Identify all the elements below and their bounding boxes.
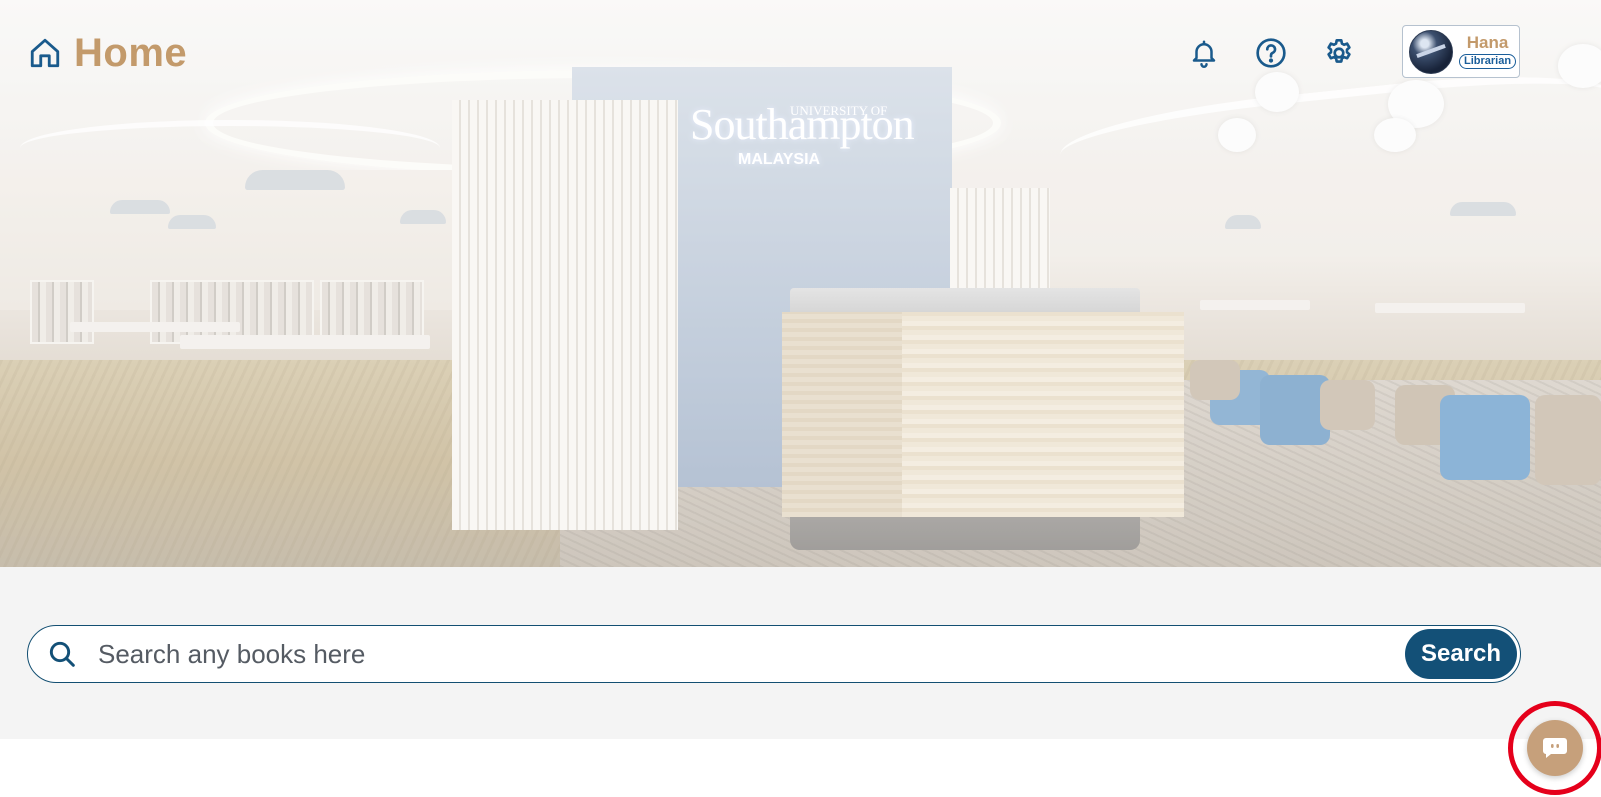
search-button[interactable]: Search (1405, 629, 1517, 679)
page-header: Home (28, 30, 187, 76)
hero-banner: UNIVERSITY OF Southampton MALAYSIA (0, 0, 1601, 567)
chat-icon (1542, 736, 1568, 760)
profile-name: Hana (1466, 33, 1509, 52)
search-icon (28, 638, 78, 670)
home-icon[interactable] (28, 36, 62, 70)
bell-icon[interactable] (1187, 36, 1221, 70)
page-title: Home (74, 30, 188, 75)
help-icon[interactable] (1254, 36, 1288, 70)
content-area (0, 739, 1601, 797)
user-profile-card[interactable]: Hana Librarian (1402, 25, 1520, 78)
gear-icon[interactable] (1322, 36, 1356, 70)
avatar (1409, 29, 1453, 74)
search-input[interactable] (96, 625, 1405, 683)
search-bar: Search (27, 625, 1521, 683)
role-badge: Librarian (1459, 54, 1517, 69)
profile-text: Hana Librarian (1459, 33, 1517, 69)
chat-button[interactable] (1527, 720, 1583, 776)
hero-overlay (0, 0, 1601, 567)
